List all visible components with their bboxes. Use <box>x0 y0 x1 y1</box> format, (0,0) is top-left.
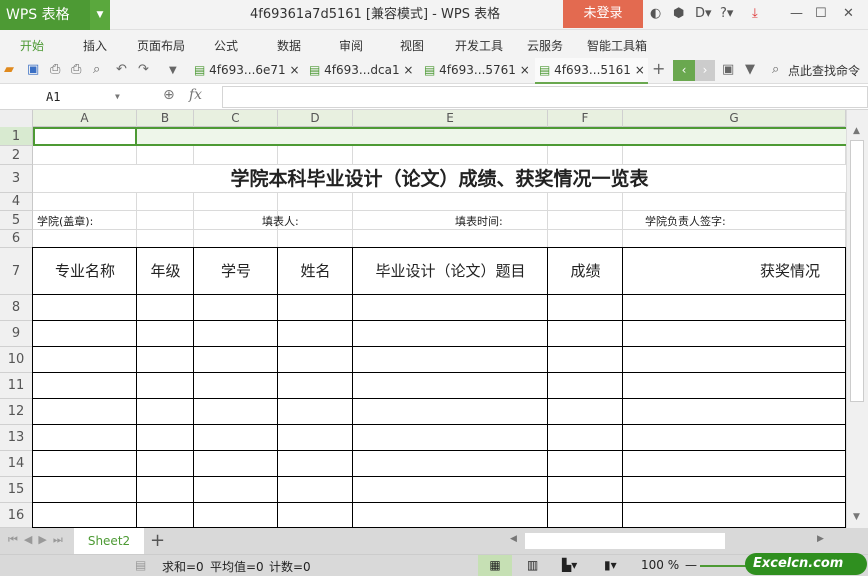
table-border <box>33 476 846 477</box>
table-header: 专业名称 <box>54 262 115 280</box>
row-header[interactable]: 14 <box>0 451 33 477</box>
row-header[interactable]: 11 <box>0 373 33 399</box>
scrollbar-thumb[interactable] <box>850 140 864 402</box>
layout-icon[interactable]: ▙▾ <box>562 558 577 572</box>
form-label: 填表时间: <box>455 215 503 228</box>
form-label: 学院(盖章): <box>37 215 94 228</box>
row-header[interactable]: 9 <box>0 321 33 347</box>
table-border <box>33 346 846 347</box>
table-border <box>33 398 846 399</box>
normal-view-icon[interactable]: ▦ <box>478 555 512 576</box>
row-header[interactable]: 12 <box>0 399 33 425</box>
row-header[interactable]: 10 <box>0 347 33 373</box>
select-all-corner[interactable] <box>0 110 33 127</box>
row-header[interactable]: 1 <box>0 127 33 146</box>
gridline <box>33 229 846 230</box>
clipboard-icon: ▤ <box>135 558 147 572</box>
status-count: 计数=0 <box>269 560 311 574</box>
table-border <box>33 450 846 451</box>
row-header[interactable]: 4 <box>0 193 33 211</box>
zoom-slider[interactable] <box>700 565 750 567</box>
active-cell-a1[interactable] <box>33 127 137 146</box>
sheet-nav-icon[interactable]: ⏮◀▶⏭ <box>8 533 69 547</box>
sheet-tab-bar: ⏮◀▶⏭ Sheet2 + ◀ ▶ <box>0 528 868 554</box>
gridline <box>33 210 846 211</box>
table-header: 姓名 <box>300 262 331 280</box>
table-header: 毕业设计（论文）题目 <box>375 262 526 280</box>
row-header[interactable]: 16 <box>0 503 33 528</box>
sheet-tab[interactable]: Sheet2 <box>74 528 144 554</box>
table-border <box>33 372 846 373</box>
table-header: 获奖情况 <box>759 262 820 280</box>
row-header[interactable]: 2 <box>0 146 33 165</box>
row-header[interactable]: 3 <box>0 165 33 193</box>
eye-protection-icon[interactable]: ▮▾ <box>604 558 617 572</box>
row-header[interactable]: 15 <box>0 477 33 503</box>
column-header[interactable]: E <box>353 110 548 127</box>
zoom-out-icon[interactable]: — <box>685 558 697 572</box>
add-sheet-icon[interactable]: + <box>150 530 165 551</box>
row-header[interactable]: 6 <box>0 230 33 248</box>
table-border <box>33 424 846 425</box>
zoom-level[interactable]: 100 % <box>641 558 679 572</box>
column-header[interactable]: F <box>548 110 623 127</box>
spreadsheet-grid[interactable]: A B C D E F G 1 2 3 4 5 6 7 8 9 10 11 12 13 14 15 16 学院本科毕业设计（论… <box>0 0 846 528</box>
scroll-left-icon[interactable]: ◀ <box>510 534 517 544</box>
column-header[interactable]: B <box>137 110 194 127</box>
scroll-up-icon[interactable]: ▲ <box>853 126 860 136</box>
row-header[interactable]: 13 <box>0 425 33 451</box>
row-header[interactable]: 8 <box>0 295 33 321</box>
watermark-logo: Excelcn.com <box>745 553 867 575</box>
row-header[interactable]: 5 <box>0 211 33 230</box>
status-sum: 求和=0 <box>162 560 204 574</box>
sheet-title: 学院本科毕业设计（论文）成绩、获奖情况一览表 <box>230 168 649 190</box>
scroll-down-icon[interactable]: ▼ <box>853 512 860 522</box>
vertical-scrollbar[interactable]: ▲ ▼ <box>846 110 868 528</box>
column-header[interactable]: D <box>278 110 353 127</box>
status-bar: ▤ 求和=0 平均值=0 计数=0 ▦ ▥ ▙▾ ▮▾ 100 % — Exce… <box>0 553 868 576</box>
page-break-view-icon[interactable]: ▥ <box>527 558 538 572</box>
form-label: 学院负责人签字: <box>645 215 726 228</box>
table-border <box>33 502 846 503</box>
status-average: 平均值=0 <box>210 560 264 574</box>
table-header: 学号 <box>220 262 251 280</box>
column-header[interactable]: A <box>33 110 137 127</box>
row-1-selection <box>33 127 846 146</box>
column-header[interactable]: G <box>623 110 846 127</box>
table-header: 成绩 <box>570 262 601 280</box>
table-header: 年级 <box>150 262 181 280</box>
scroll-right-icon[interactable]: ▶ <box>817 534 824 544</box>
table-border <box>33 320 846 321</box>
form-label: 填表人: <box>262 215 299 228</box>
horizontal-scrollbar[interactable] <box>525 533 725 549</box>
column-header[interactable]: C <box>194 110 278 127</box>
row-header[interactable]: 7 <box>0 248 33 295</box>
